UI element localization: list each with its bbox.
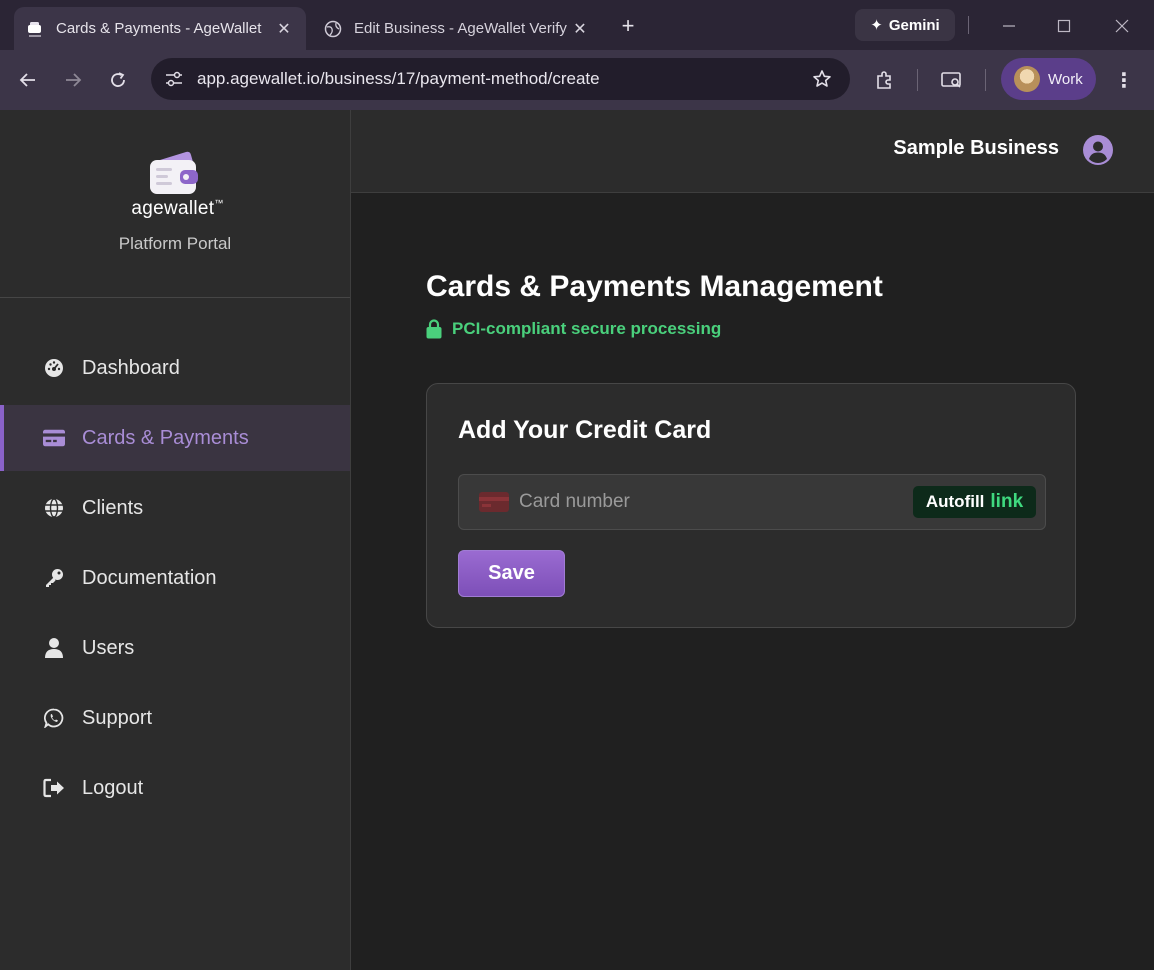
sidebar-item-support[interactable]: Support [0,685,350,751]
card-number-placeholder: Card number [519,491,630,512]
sidebar-item-logout[interactable]: Logout [0,755,350,821]
card-title: Add Your Credit Card [458,416,712,444]
user-icon [43,637,65,659]
save-button[interactable]: Save [458,550,565,597]
sidebar-item-label: Dashboard [82,356,180,379]
sparkle-icon: ✦ [870,17,883,34]
lock-icon [426,319,442,339]
logo-wordmark: agewallet™ [131,198,224,219]
globe-favicon-icon [324,20,342,38]
extensions-icon[interactable] [869,65,899,95]
browser-chrome: Cards & Payments - AgeWallet ✕ Edit Busi… [0,0,1154,110]
sidebar: agewallet™ Platform Portal Dashboard Car… [0,110,351,970]
sidebar-nav: Dashboard Cards & Payments Clients Docum… [0,335,350,825]
close-tab-icon[interactable]: ✕ [274,19,294,39]
forward-icon[interactable] [59,66,87,94]
sidebar-item-label: Support [82,706,153,729]
page-title: Cards & Payments Management [426,270,883,303]
credit-card-icon [43,427,65,449]
browser-toolbar: app.agewallet.io/business/17/payment-met… [0,50,1154,110]
sidebar-item-documentation[interactable]: Documentation [0,545,350,611]
sidebar-item-label: Logout [82,776,144,799]
link-brand-label: link [990,491,1024,512]
back-icon[interactable] [14,66,42,94]
sidebar-item-label: Clients [82,496,144,519]
whatsapp-icon [43,707,65,729]
sidebar-item-label: Users [82,636,135,659]
browser-menu-icon[interactable]: ⋮ [1110,65,1138,95]
divider [917,69,918,91]
account-avatar-icon[interactable] [1082,134,1114,166]
profile-label: Work [1048,70,1083,88]
autofill-link-button[interactable]: Autofill link [913,486,1036,518]
profile-button[interactable]: Work [1001,58,1096,100]
logout-icon [43,777,65,799]
divider [985,69,986,91]
address-bar[interactable]: app.agewallet.io/business/17/payment-met… [151,58,850,100]
sidebar-item-cards-payments[interactable]: Cards & Payments [0,405,350,471]
sidebar-item-label: Cards & Payments [82,426,249,449]
portal-label: Platform Portal [118,234,232,253]
add-card-panel: Add Your Credit Card Card number Autofil… [426,383,1076,628]
tab-edit-business[interactable]: Edit Business - AgeWallet Verify ✕ [312,7,602,50]
business-name[interactable]: Sample Business [893,137,1059,160]
top-bar: Sample Business [351,110,1154,193]
tab-cards-payments[interactable]: Cards & Payments - AgeWallet ✕ [14,7,306,50]
secure-note: PCI-compliant secure processing [426,319,721,339]
maximize-icon[interactable] [1050,12,1078,40]
sidebar-item-users[interactable]: Users [0,615,350,681]
site-info-icon[interactable] [161,66,187,92]
brand-header: agewallet™ Platform Portal [0,110,350,298]
profile-avatar [1014,66,1040,92]
sidebar-item-clients[interactable]: Clients [0,475,350,541]
sidebar-item-label: Documentation [82,566,217,589]
tab-strip: Cards & Payments - AgeWallet ✕ Edit Busi… [0,0,1154,50]
autofill-label: Autofill [925,492,985,511]
minimize-icon[interactable] [995,12,1023,40]
divider [968,16,969,34]
dashboard-gauge-icon [43,357,65,379]
gemini-label: Gemini [888,16,940,34]
key-icon [43,567,65,589]
close-tab-icon[interactable]: ✕ [570,19,590,39]
globe-icon [43,497,65,519]
gemini-button[interactable]: ✦ Gemini [855,9,955,41]
agewallet-logo-icon[interactable] [148,148,200,198]
credit-card-icon [479,492,509,512]
close-window-icon[interactable] [1108,12,1136,40]
new-tab-icon[interactable]: + [614,12,642,40]
main-content: Sample Business Cards & Payments Managem… [351,110,1154,970]
agewallet-favicon-icon [26,20,44,38]
reload-icon[interactable] [104,66,132,94]
url-text: app.agewallet.io/business/17/payment-met… [197,69,600,88]
tab-title: Cards & Payments - AgeWallet [56,20,262,37]
tab-search-icon[interactable] [937,65,967,95]
bookmark-star-icon[interactable] [808,65,836,93]
tab-title: Edit Business - AgeWallet Verify [354,20,567,37]
card-number-input[interactable]: Card number Autofill link [458,474,1046,530]
secure-note-text: PCI-compliant secure processing [452,319,722,338]
sidebar-item-dashboard[interactable]: Dashboard [0,335,350,401]
